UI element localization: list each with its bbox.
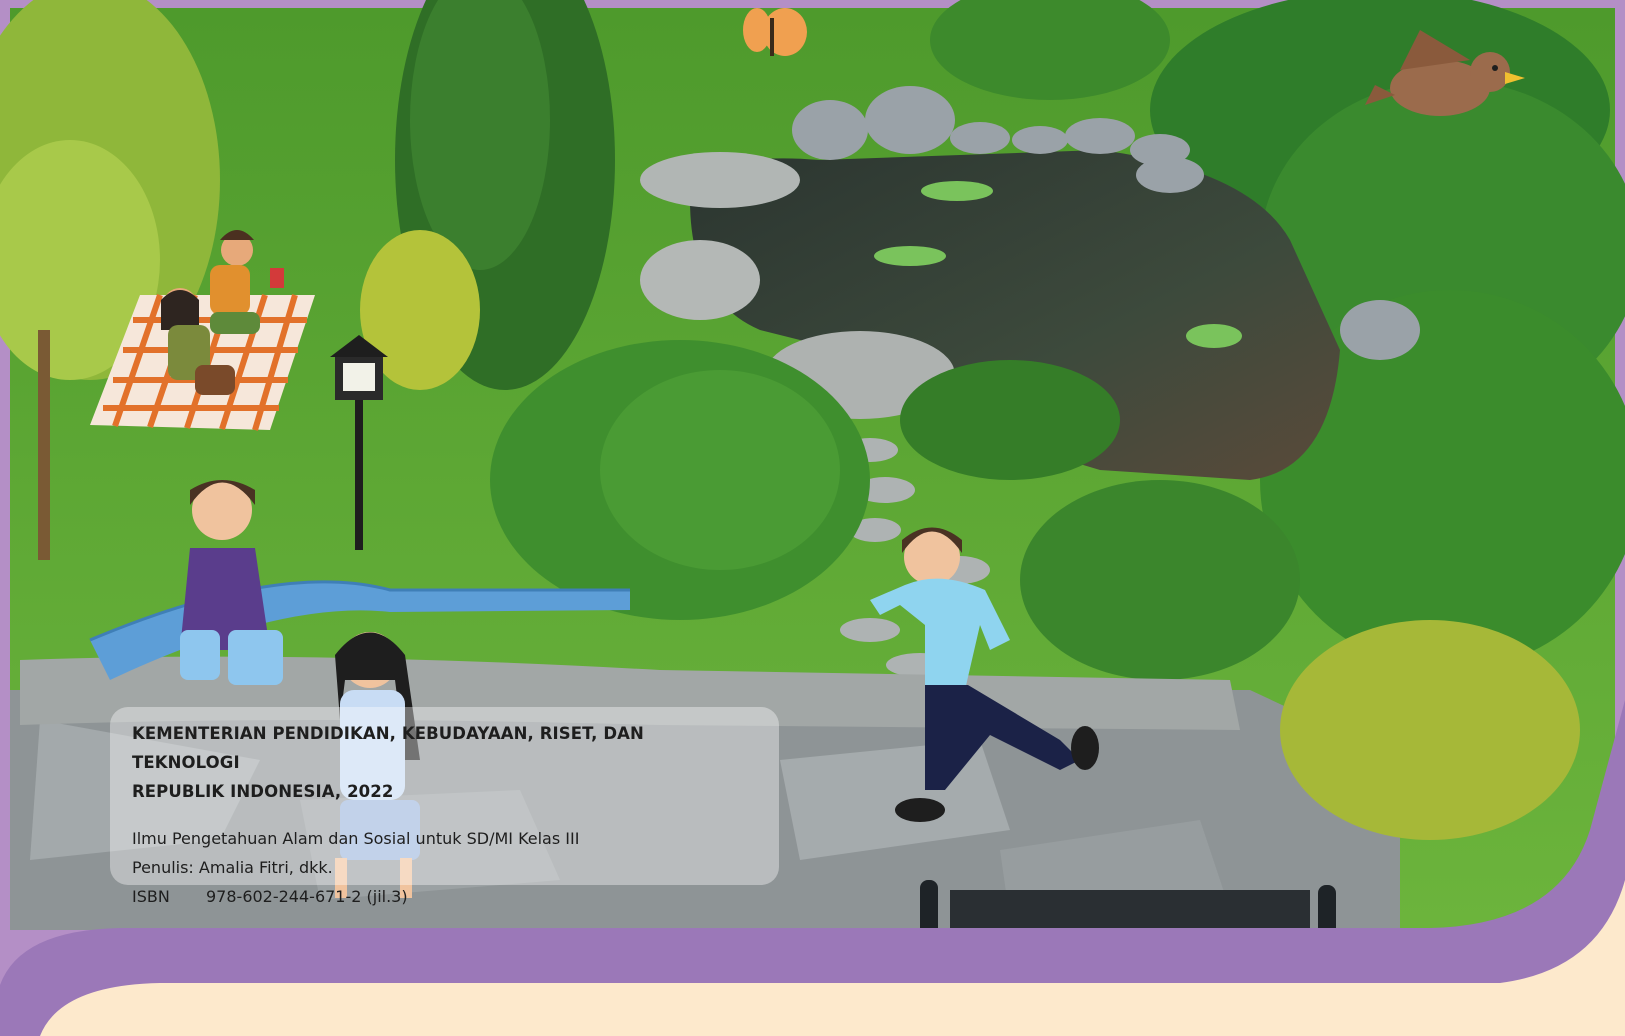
book-title: Ilmu Pengetahuan Alam dan Sosial untuk S… [132,829,580,848]
isbn-value: 978-602-244-671-2 (jil.3) [206,887,408,906]
publisher-name-line1: KEMENTERIAN PENDIDIKAN, KEBUDAYAAN, RISE… [132,724,644,772]
copyright-info-box: KEMENTERIAN PENDIDIKAN, KEBUDAYAAN, RISE… [110,707,779,906]
isbn-label: ISBN [132,887,170,906]
book-author: Penulis: Amalia Fitri, dkk. [132,858,333,877]
lily-pad [874,246,946,266]
publisher-name-line2: REPUBLIK INDONESIA, 2022 [132,782,394,801]
lily-pad [921,181,993,201]
isbn-row: ISBN 978-602-244-671-2 (jil.3) [132,882,757,911]
butterfly [743,8,807,56]
lily-pad [1186,324,1242,348]
